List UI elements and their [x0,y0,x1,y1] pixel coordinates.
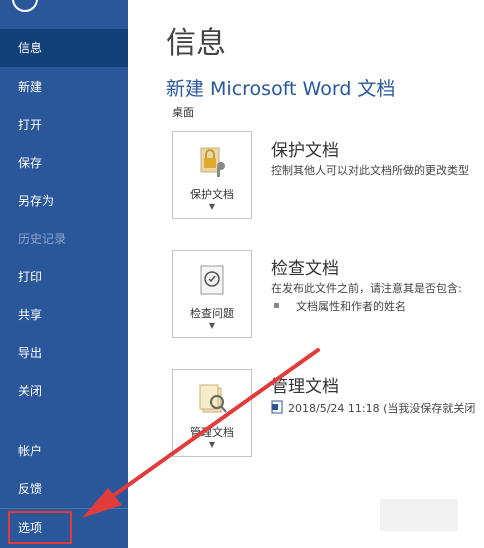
sidebar-item-save-as[interactable]: 另存为 [0,182,128,220]
inspect-bullet-item: 文档属性和作者的姓名 [296,300,406,313]
manage-document-button[interactable]: 管理文档 ▼ [172,369,252,457]
sidebar-item-print[interactable]: 打印 [0,258,128,296]
back-arrow-icon[interactable] [12,0,38,12]
sidebar-item-open[interactable]: 打开 [0,106,128,144]
document-name: 新建 Microsoft Word 文档 [166,78,396,100]
sidebar-item-feedback[interactable]: 反馈 [0,470,128,508]
sidebar-item-account[interactable]: 帐户 [0,432,128,470]
sidebar: 信息 新建 打开 保存 另存为 历史记录 打印 共享 导出 关闭 帐户 反馈 选… [0,0,128,548]
tile-label: 管理文档 [190,426,234,439]
sidebar-item-export[interactable]: 导出 [0,334,128,372]
section-title-protect: 保护文档 [271,141,339,161]
section-desc-inspect: 在发布此文件之前，请注意其是否包含: [271,282,462,295]
lock-key-icon [200,147,225,177]
word-file-icon [271,400,283,414]
document-location[interactable]: 桌面 [172,104,194,120]
section-desc-protect: 控制其他人可以对此文档所做的更改类型 [271,164,469,177]
tile-label: 检查问题 [190,307,234,320]
check-issues-button[interactable]: 检查问题 ▼ [172,250,252,338]
annotation-highlight-box [8,511,72,544]
manage-document-icon [199,384,227,413]
protect-document-button[interactable]: 保护文档 ▼ [172,131,252,219]
section-title-inspect: 检查文档 [271,259,339,279]
sidebar-item-info[interactable]: 信息 [0,29,128,67]
sidebar-item-share[interactable]: 共享 [0,296,128,334]
sidebar-item-close[interactable]: 关闭 [0,372,128,410]
sidebar-item-save[interactable]: 保存 [0,144,128,182]
chevron-down-icon: ▼ [208,202,216,211]
bullet-icon [274,303,279,308]
page-title: 信息 [166,26,226,61]
chevron-down-icon: ▼ [208,321,216,330]
info-panel: 信息 新建 Microsoft Word 文档 桌面 保护文档 ▼ 保护文档 控… [128,0,484,548]
sidebar-item-history: 历史记录 [18,232,67,246]
autosave-version-item[interactable]: 2018/5/24 11:18 (当我没保存就关闭 [288,400,475,416]
bottom-panel-area [380,499,458,531]
chevron-down-icon: ▼ [208,440,216,449]
inspect-icon [200,265,224,295]
tile-label: 保护文档 [190,188,234,201]
sidebar-item-new[interactable]: 新建 [0,68,128,106]
section-title-manage: 管理文档 [271,377,339,397]
